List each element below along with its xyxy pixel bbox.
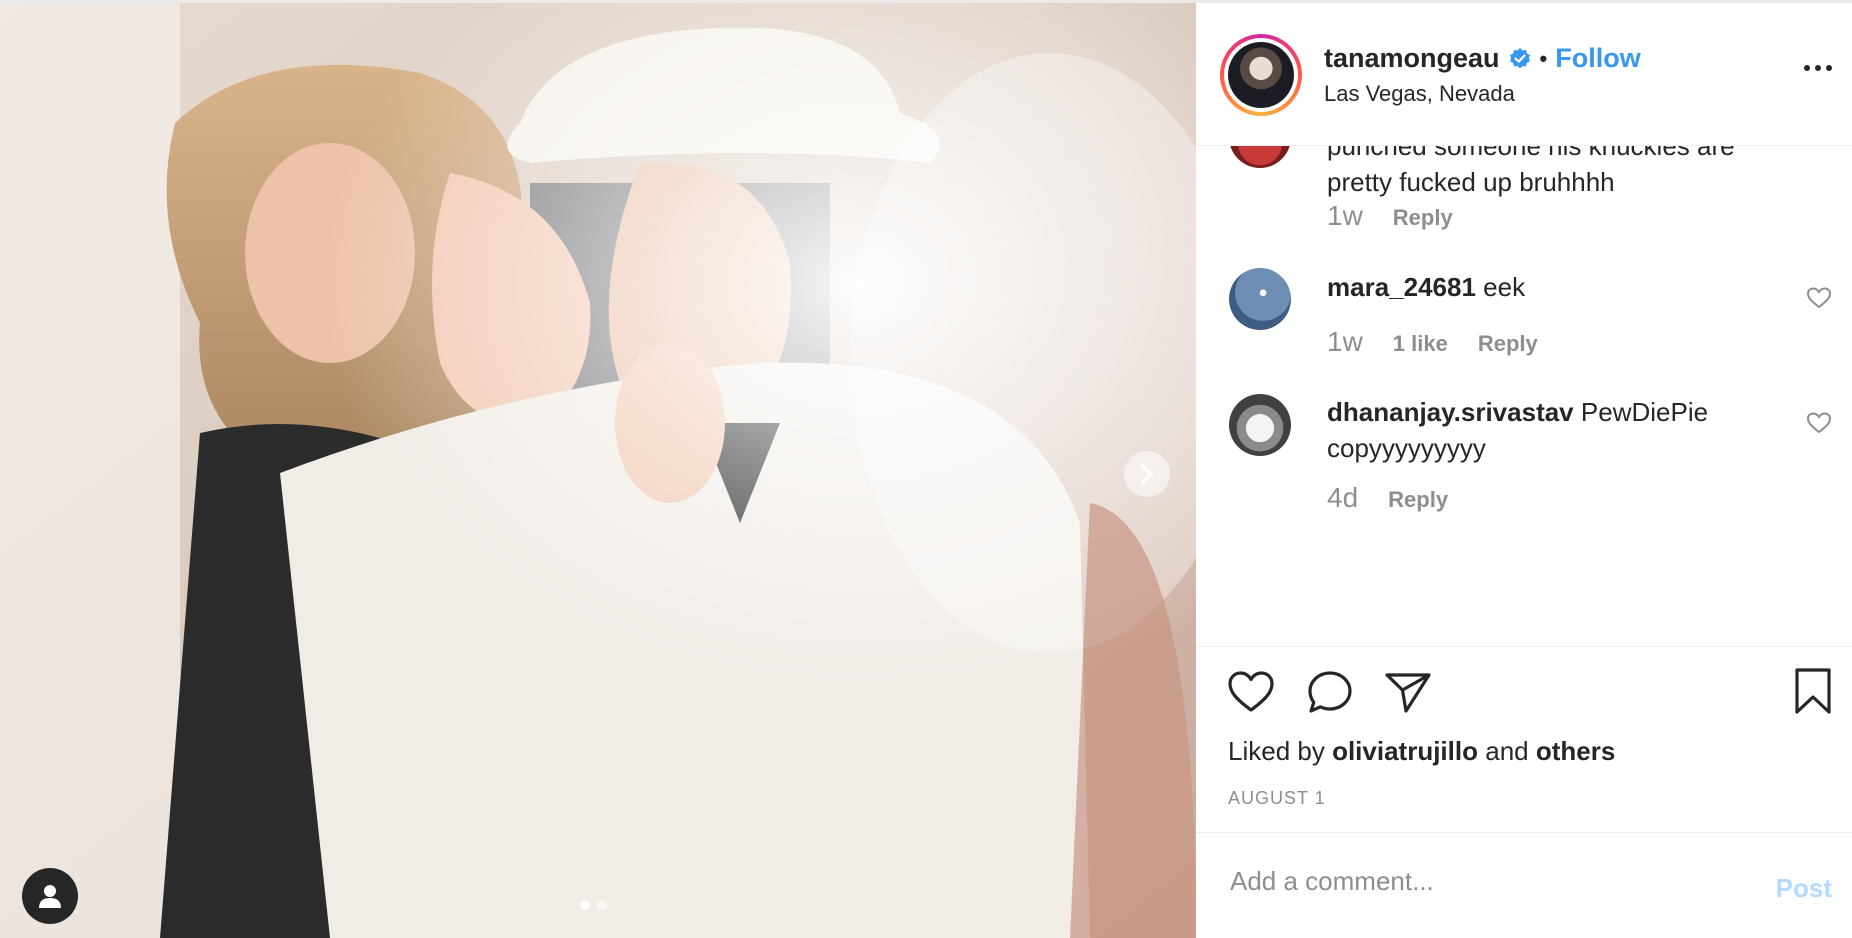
comment-body: punched someone his knuckles are pretty …	[1327, 146, 1735, 197]
comment-avatar[interactable]	[1229, 146, 1291, 168]
paper-plane-icon	[1385, 673, 1431, 713]
comment-button[interactable]	[1306, 669, 1354, 720]
post-comment-button[interactable]: Post	[1776, 873, 1832, 904]
post-details-panel: tanamongeau • Follow Las Vegas, Nevada p…	[1196, 3, 1852, 938]
comment-username[interactable]: dhananjay.srivastav	[1327, 397, 1574, 427]
comment-username[interactable]: mara_24681	[1327, 272, 1476, 302]
heart-outline-icon	[1806, 287, 1832, 309]
comment-avatar[interactable]	[1229, 394, 1291, 456]
header-separator: •	[1539, 45, 1548, 71]
photo-image	[0, 3, 1196, 938]
carousel-dot	[580, 900, 590, 910]
header-user-line: tanamongeau • Follow	[1324, 43, 1641, 74]
liked-by-user-link[interactable]: oliviatrujillo	[1332, 736, 1478, 766]
avatar-image	[1228, 42, 1294, 108]
reply-button[interactable]: Reply	[1478, 331, 1538, 357]
verified-badge-icon	[1509, 47, 1530, 68]
more-dot	[1815, 65, 1821, 71]
reply-button[interactable]: Reply	[1393, 205, 1453, 231]
heart-outline-icon	[1806, 412, 1832, 434]
share-button[interactable]	[1384, 671, 1432, 720]
comment-like-heart-icon[interactable]	[1806, 411, 1832, 440]
comment-text: mara_24681 eek	[1327, 269, 1797, 305]
more-dot	[1804, 65, 1810, 71]
comment-likes-count[interactable]: 1 like	[1393, 331, 1448, 357]
reply-button[interactable]: Reply	[1388, 487, 1448, 513]
likes-and: and	[1485, 736, 1529, 766]
user-tag-icon	[39, 885, 61, 908]
more-options-icon[interactable]	[1804, 65, 1832, 71]
comment-body: eek	[1483, 272, 1526, 302]
post-location[interactable]: Las Vegas, Nevada	[1324, 81, 1515, 107]
carousel-dot	[597, 900, 607, 910]
comment-icon	[1308, 671, 1352, 713]
profile-avatar[interactable]	[1220, 34, 1302, 116]
next-slide-button[interactable]	[1124, 451, 1170, 497]
likes-summary: Liked by oliviatrujillo and others	[1228, 736, 1615, 767]
comment-time: 1w	[1327, 326, 1363, 357]
post-date[interactable]: AUGUST 1	[1228, 788, 1326, 809]
add-comment-input[interactable]	[1228, 865, 1732, 898]
comment-text: dhananjay.srivastav PewDiePie copyyyyyyy…	[1327, 394, 1797, 466]
more-dot	[1826, 65, 1832, 71]
comment-like-heart-icon[interactable]	[1806, 286, 1832, 315]
comment-avatar[interactable]	[1229, 268, 1291, 330]
user-tag-button[interactable]	[22, 868, 78, 924]
comment-time: 4d	[1327, 482, 1359, 513]
follow-button[interactable]: Follow	[1555, 43, 1640, 74]
section-divider	[1196, 832, 1852, 833]
comment-text: punched someone his knuckles are pretty …	[1327, 146, 1797, 200]
post-actions-bar	[1196, 667, 1852, 723]
bookmark-icon	[1795, 668, 1831, 714]
post-header: tanamongeau • Follow Las Vegas, Nevada	[1196, 3, 1852, 146]
liked-by-others-link[interactable]: others	[1536, 736, 1615, 766]
likes-prefix: Liked by	[1228, 736, 1325, 766]
post-photo[interactable]	[0, 3, 1196, 938]
heart-icon	[1228, 671, 1274, 712]
post-username[interactable]: tanamongeau	[1324, 43, 1500, 74]
comment-meta: 1w Reply	[1327, 200, 1453, 232]
chevron-right-icon	[1141, 464, 1153, 484]
comments-list[interactable]: punched someone his knuckles are pretty …	[1196, 146, 1852, 646]
like-button[interactable]	[1226, 669, 1276, 720]
comment-meta: 1w 1 like Reply	[1327, 326, 1538, 358]
comment-meta: 4d Reply	[1327, 482, 1448, 514]
comment-time: 1w	[1327, 200, 1363, 231]
section-divider	[1196, 646, 1852, 647]
carousel-indicator	[580, 900, 607, 910]
save-button[interactable]	[1792, 667, 1834, 720]
